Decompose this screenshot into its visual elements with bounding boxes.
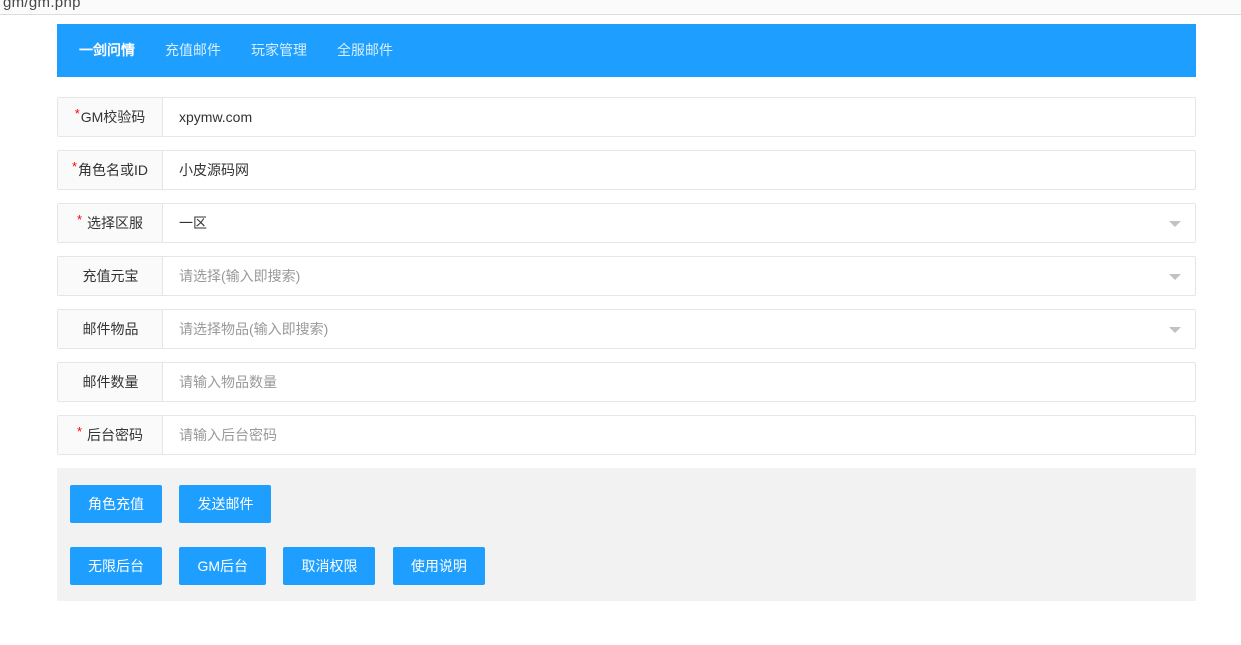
- mail-item-label-text: 邮件物品: [83, 321, 139, 337]
- chevron-down-icon[interactable]: [1169, 274, 1181, 280]
- mail-quantity-label-text: 邮件数量: [83, 374, 139, 390]
- gm-panel: 一剑问情 充值邮件 玩家管理 全服邮件 *GM校验码 *角色名或ID * 选择区…: [57, 24, 1196, 601]
- unlimited-backend-button[interactable]: 无限后台: [70, 547, 162, 585]
- send-mail-button[interactable]: 发送邮件: [179, 485, 271, 523]
- role-recharge-button[interactable]: 角色充值: [70, 485, 162, 523]
- browser-tab-title: gm/gm.php: [3, 0, 81, 11]
- server-select[interactable]: [164, 204, 1195, 242]
- role-name-label: *角色名或ID: [58, 151, 163, 189]
- mail-quantity-input[interactable]: [164, 363, 1195, 401]
- chevron-down-icon[interactable]: [1169, 327, 1181, 333]
- gm-form: *GM校验码 *角色名或ID * 选择区服 充值元宝: [57, 97, 1196, 455]
- role-name-label-text: 角色名或ID: [78, 162, 148, 178]
- tab-yijian-wenqing[interactable]: 一剑问情: [64, 24, 150, 77]
- mail-item-label: 邮件物品: [58, 310, 163, 348]
- server-select-label: * 选择区服: [58, 204, 163, 242]
- yuanbao-select[interactable]: [164, 257, 1195, 295]
- backend-password-label: * 后台密码: [58, 416, 163, 454]
- tab-all-server-mail[interactable]: 全服邮件: [322, 24, 408, 77]
- usage-guide-button[interactable]: 使用说明: [393, 547, 485, 585]
- form-row-role-name: *角色名或ID: [57, 150, 1196, 190]
- mail-item-select[interactable]: [164, 310, 1195, 348]
- gm-backend-button[interactable]: GM后台: [179, 547, 266, 585]
- form-row-gm-code: *GM校验码: [57, 97, 1196, 137]
- gm-code-input[interactable]: [164, 98, 1195, 136]
- required-asterisk: *: [77, 424, 82, 439]
- form-row-yuanbao-select: 充值元宝: [57, 256, 1196, 296]
- cancel-permission-button[interactable]: 取消权限: [283, 547, 375, 585]
- secondary-action-row: 无限后台 GM后台 取消权限 使用说明: [70, 547, 1183, 585]
- form-row-backend-password: * 后台密码: [57, 415, 1196, 455]
- mail-quantity-label: 邮件数量: [58, 363, 163, 401]
- required-asterisk: *: [77, 212, 82, 227]
- required-asterisk: *: [72, 159, 77, 174]
- action-panel: 角色充值 发送邮件 无限后台 GM后台 取消权限 使用说明: [57, 468, 1196, 601]
- backend-password-label-text: 后台密码: [83, 427, 143, 443]
- primary-action-row: 角色充值 发送邮件: [70, 485, 1183, 523]
- gm-code-label-text: GM校验码: [81, 109, 146, 125]
- chevron-down-icon[interactable]: [1169, 221, 1181, 227]
- yuanbao-label-text: 充值元宝: [83, 268, 139, 284]
- tab-player-management[interactable]: 玩家管理: [236, 24, 322, 77]
- backend-password-input[interactable]: [164, 416, 1195, 454]
- role-name-input[interactable]: [164, 151, 1195, 189]
- form-row-server-select: * 选择区服: [57, 203, 1196, 243]
- gm-code-label: *GM校验码: [58, 98, 163, 136]
- server-select-label-text: 选择区服: [83, 215, 143, 231]
- required-asterisk: *: [75, 106, 80, 121]
- form-row-mail-quantity: 邮件数量: [57, 362, 1196, 402]
- browser-chrome: gm/gm.php: [0, 0, 1241, 15]
- tab-recharge-mail[interactable]: 充值邮件: [150, 24, 236, 77]
- form-row-mail-item-select: 邮件物品: [57, 309, 1196, 349]
- yuanbao-label: 充值元宝: [58, 257, 163, 295]
- tab-bar: 一剑问情 充值邮件 玩家管理 全服邮件: [57, 24, 1196, 77]
